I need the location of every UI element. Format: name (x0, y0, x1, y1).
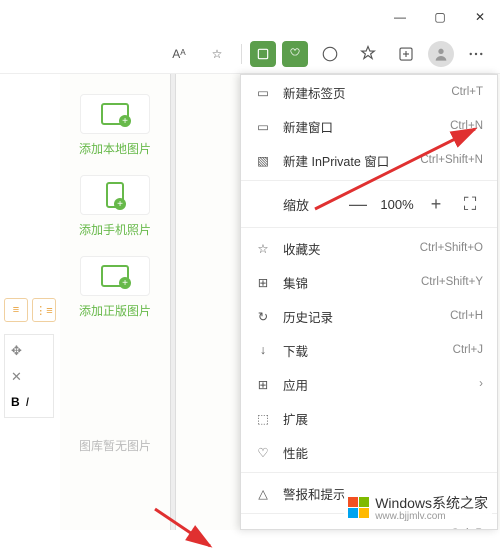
menu-item-7[interactable]: ⊞ 集锦 Ctrl+Shift+Y (241, 265, 497, 299)
watermark-url: www.bjjmlv.com (375, 511, 488, 522)
menu-item-12[interactable]: ♡ 性能 (241, 435, 497, 469)
menu-label: 历史记录 (283, 307, 438, 326)
menu-item-10[interactable]: ⊞ 应用 › (241, 367, 497, 401)
menu-label: 应用 (283, 375, 467, 394)
reading-view-button[interactable]: Aᴬ (163, 38, 195, 70)
list-bullets-button[interactable]: ≡ (4, 298, 28, 322)
watermark-brand: Windows (375, 495, 432, 511)
menu-separator (241, 227, 497, 228)
list-numbered-button[interactable]: ⋮≡ (32, 298, 56, 322)
move-tool[interactable]: ✥ (11, 343, 22, 359)
menu-shortcut: Ctrl+Shift+N (420, 154, 483, 166)
window-close-button[interactable]: ✕ (460, 0, 500, 34)
alerts-icon: △ (255, 485, 271, 501)
more-menu-button[interactable] (460, 38, 492, 70)
menu-label: 新建 InPrivate 窗口 (283, 151, 408, 170)
page-content: ≡ ⋮≡ ✥ ✕ B I 添加本地图片 添加手机照片 添加正版图片 图库暂无图片 (0, 74, 500, 530)
print-icon: ⎙ (255, 526, 271, 530)
tab-icon: ▭ (255, 84, 271, 100)
left-tool-column: ≡ ⋮≡ ✥ ✕ B I (0, 74, 60, 530)
extensions-button[interactable] (314, 38, 346, 70)
extension-badge-1[interactable] (250, 41, 276, 67)
zoom-label: 缩放 (255, 195, 337, 214)
image-upload-panel: 添加本地图片 添加手机照片 添加正版图片 图库暂无图片 (60, 74, 170, 530)
zoom-row: 缩放 — 100% + ⛶ (241, 184, 497, 224)
browser-toolbar: Aᴬ ☆ (0, 34, 500, 74)
upload-local-label: 添加本地图片 (79, 140, 151, 157)
upload-stock-icon (80, 256, 150, 296)
menu-separator (241, 180, 497, 181)
star-plus-icon (359, 45, 377, 63)
window-minimize-button[interactable]: — (380, 0, 420, 34)
menu-label: 下载 (283, 341, 441, 360)
profile-avatar[interactable] (428, 41, 454, 67)
history-icon: ↻ (255, 308, 271, 324)
gallery-empty-text: 图库暂无图片 (79, 437, 151, 454)
bold-tool[interactable]: B (11, 395, 20, 409)
format-tool-list: ≡ ⋮≡ (0, 294, 60, 326)
upload-phone-label: 添加手机照片 (79, 221, 151, 238)
downloads-icon: ↓ (255, 342, 271, 358)
watermark: Windows系统之家 www.bjjmlv.com (344, 491, 492, 524)
window-icon: ▭ (255, 118, 271, 134)
menu-shortcut: Ctrl+H (450, 310, 483, 322)
menu-shortcut: Ctrl+J (453, 344, 483, 356)
menu-item-11[interactable]: ⬚ 扩展 (241, 401, 497, 435)
menu-label: 收藏夹 (283, 239, 408, 258)
italic-tool[interactable]: I (26, 395, 29, 409)
toolbar-separator (241, 44, 242, 64)
delete-tool[interactable]: ✕ (11, 369, 22, 385)
menu-label: 性能 (283, 443, 471, 462)
upload-local-icon (80, 94, 150, 134)
upload-phone-icon (80, 175, 150, 215)
person-icon (433, 46, 449, 62)
upload-stock-image[interactable]: 添加正版图片 (79, 256, 151, 319)
menu-label: 集锦 (283, 273, 409, 292)
menu-item-9[interactable]: ↓ 下载 Ctrl+J (241, 333, 497, 367)
menu-label: 扩展 (283, 409, 471, 428)
zoom-value: 100% (379, 197, 415, 212)
performance-icon: ♡ (255, 444, 271, 460)
menu-separator (241, 472, 497, 473)
collections-toolbar-button[interactable] (390, 38, 422, 70)
menu-shortcut: Ctrl+Shift+Y (421, 276, 483, 288)
menu-shortcut: Ctrl+N (450, 120, 483, 132)
windows-logo-icon (348, 497, 369, 518)
fullscreen-button[interactable]: ⛶ (457, 191, 483, 217)
window-maximize-button[interactable]: ▢ (420, 0, 460, 34)
extension-badge-2[interactable] (282, 41, 308, 67)
apps-icon: ⊞ (255, 376, 271, 392)
zoom-out-button[interactable]: — (345, 191, 371, 217)
upload-local-image[interactable]: 添加本地图片 (79, 94, 151, 157)
window-titlebar: — ▢ ✕ (0, 0, 500, 34)
puzzle-icon (321, 45, 339, 63)
menu-item-1[interactable]: ▭ 新建窗口 Ctrl+N (241, 109, 497, 143)
inprivate-icon: ▧ (255, 152, 271, 168)
favorites-toolbar-button[interactable] (352, 38, 384, 70)
menu-shortcut: › (479, 378, 483, 390)
menu-label: 打印 (283, 525, 439, 531)
ellipsis-icon (467, 45, 485, 63)
collections-icon: ⊞ (255, 274, 271, 290)
watermark-suffix: 系统之家 (432, 495, 488, 511)
upload-phone-image[interactable]: 添加手机照片 (79, 175, 151, 238)
favorite-star-button[interactable]: ☆ (201, 38, 233, 70)
collections-icon (397, 45, 415, 63)
edit-canvas-tools: ✥ ✕ B I (4, 334, 54, 418)
extensions-icon: ⬚ (255, 410, 271, 426)
menu-item-6[interactable]: ☆ 收藏夹 Ctrl+Shift+O (241, 231, 497, 265)
menu-item-8[interactable]: ↻ 历史记录 Ctrl+H (241, 299, 497, 333)
upload-stock-label: 添加正版图片 (79, 302, 151, 319)
vertical-divider (170, 74, 176, 530)
menu-item-2[interactable]: ▧ 新建 InPrivate 窗口 Ctrl+Shift+N (241, 143, 497, 177)
menu-item-0[interactable]: ▭ 新建标签页 Ctrl+T (241, 75, 497, 109)
favorites-icon: ☆ (255, 240, 271, 256)
browser-more-menu: ▭ 新建标签页 Ctrl+T ▭ 新建窗口 Ctrl+N ▧ 新建 InPrivate 窗口 C… (240, 74, 498, 530)
zoom-in-button[interactable]: + (423, 191, 449, 217)
menu-shortcut: Ctrl+Shift+O (420, 242, 483, 254)
menu-label: 新建窗口 (283, 117, 438, 136)
menu-label: 新建标签页 (283, 83, 439, 102)
menu-shortcut: Ctrl+T (451, 86, 483, 98)
